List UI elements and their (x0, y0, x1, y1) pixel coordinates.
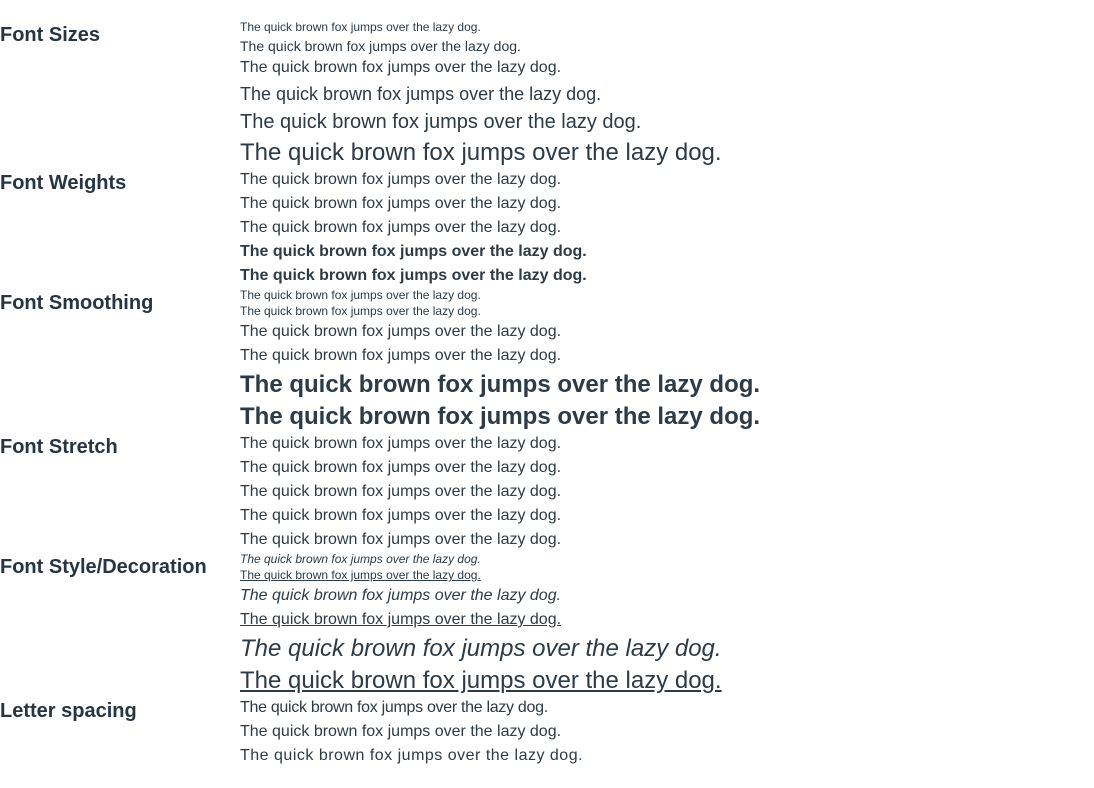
section-title-font-sizes: Font Sizes (0, 24, 101, 46)
sample-font-size-14: The quick brown fox jumps over the lazy … (240, 38, 521, 54)
sample-font-size-18: The quick brown fox jumps over the lazy … (240, 84, 602, 104)
section-title-font-style-decoration: Font Style/Decoration (0, 556, 207, 578)
sample-smoothing-subpixel-12: The quick brown fox jumps over the lazy … (240, 304, 481, 318)
sample-smoothing-subpixel-16: The quick brown fox jumps over the lazy … (240, 347, 562, 364)
sample-italic-16: The quick brown fox jumps over the lazy … (240, 587, 562, 604)
section-title-font-stretch: Font Stretch (0, 436, 118, 458)
section-title-font-smoothing: Font Smoothing (0, 292, 154, 314)
sample-italic-24: The quick brown fox jumps over the lazy … (240, 635, 722, 662)
sample-smoothing-antialiased-bold-24: The quick brown fox jumps over the lazy … (240, 371, 761, 398)
sample-italic-12: The quick brown fox jumps over the lazy … (240, 552, 481, 566)
sample-font-weight-500: The quick brown fox jumps over the lazy … (240, 219, 562, 236)
sample-font-weight-400: The quick brown fox jumps over the lazy … (240, 195, 562, 212)
sample-font-size-16: The quick brown fox jumps over the lazy … (240, 59, 562, 76)
sample-font-size-20: The quick brown fox jumps over the lazy … (240, 111, 642, 133)
sample-smoothing-antialiased-16: The quick brown fox jumps over the lazy … (240, 323, 562, 340)
section-title-letter-spacing: Letter spacing (0, 700, 137, 722)
sample-stretch-5: The quick brown fox jumps over the lazy … (240, 531, 562, 548)
sample-underline-24: The quick brown fox jumps over the lazy … (240, 667, 722, 694)
sample-stretch-2: The quick brown fox jumps over the lazy … (240, 459, 562, 476)
sample-smoothing-subpixel-bold-24: The quick brown fox jumps over the lazy … (240, 403, 761, 430)
sample-stretch-4: The quick brown fox jumps over the lazy … (240, 507, 562, 524)
sample-font-size-12: The quick brown fox jumps over the lazy … (240, 20, 481, 34)
sample-font-weight-300: The quick brown fox jumps over the lazy … (240, 171, 562, 188)
sample-letter-spacing-wide: The quick brown fox jumps over the lazy … (240, 747, 584, 764)
sample-font-size-24: The quick brown fox jumps over the lazy … (240, 139, 722, 166)
sample-smoothing-antialiased-12: The quick brown fox jumps over the lazy … (240, 288, 481, 302)
sample-stretch-3: The quick brown fox jumps over the lazy … (240, 483, 562, 500)
section-title-font-weights: Font Weights (0, 172, 127, 194)
sample-letter-spacing-normal: The quick brown fox jumps over the lazy … (240, 723, 562, 740)
sample-letter-spacing-tight: The quick brown fox jumps over the lazy … (240, 699, 548, 716)
sample-font-weight-600: The quick brown fox jumps over the lazy … (240, 243, 587, 260)
sample-underline-12: The quick brown fox jumps over the lazy … (240, 568, 481, 582)
sample-underline-16: The quick brown fox jumps over the lazy … (240, 611, 562, 628)
sample-stretch-1: The quick brown fox jumps over the lazy … (240, 435, 562, 452)
sample-font-weight-700: The quick brown fox jumps over the lazy … (240, 267, 587, 284)
